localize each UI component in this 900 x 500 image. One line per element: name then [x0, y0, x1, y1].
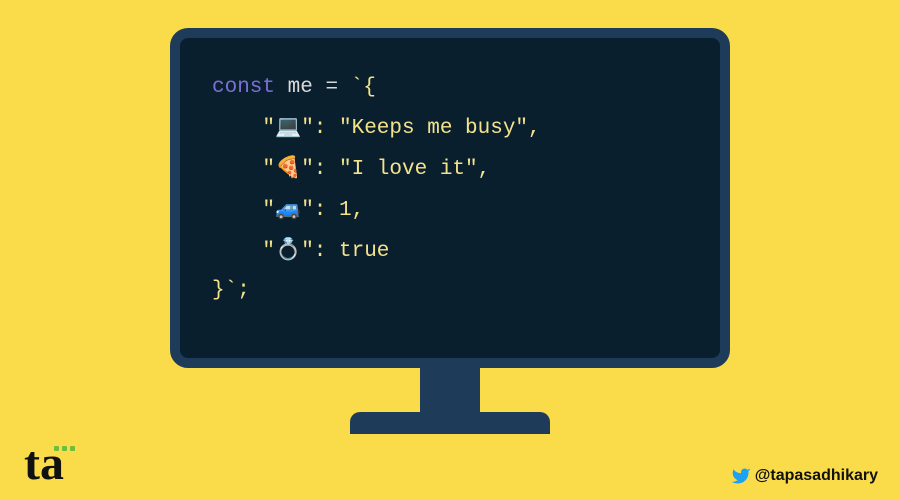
keyword-const: const: [212, 76, 275, 99]
pizza-icon: 🍕: [275, 156, 301, 180]
var-name: me: [288, 76, 313, 99]
handle-text: @tapasadhikary: [755, 467, 878, 485]
twitter-handle: @tapasadhikary: [731, 466, 878, 486]
code-line: "💍": true: [212, 240, 389, 263]
code-line: "🍕": "I love it",: [212, 158, 490, 181]
equals-op: =: [325, 76, 338, 99]
ring-icon: 💍: [275, 238, 301, 262]
car-icon: 🚙: [275, 197, 301, 221]
monitor-stand-neck: [420, 368, 480, 412]
logo-text: ta: [24, 437, 64, 490]
brand-logo: ta: [24, 440, 64, 488]
code-line: "🚙": 1,: [212, 199, 364, 222]
laptop-icon: 💻: [275, 115, 301, 139]
backtick-close: }`;: [212, 279, 250, 302]
monitor-stand-base: [350, 412, 550, 434]
code-screen: const me = `{ "💻": "Keeps me busy", "🍕":…: [170, 28, 730, 368]
code-block: const me = `{ "💻": "Keeps me busy", "🍕":…: [212, 68, 692, 311]
backtick-open: `{: [351, 76, 376, 99]
twitter-icon: [731, 466, 751, 486]
monitor-illustration: const me = `{ "💻": "Keeps me busy", "🍕":…: [170, 28, 730, 434]
code-line: "💻": "Keeps me busy",: [212, 117, 541, 140]
logo-dots: [54, 446, 75, 451]
